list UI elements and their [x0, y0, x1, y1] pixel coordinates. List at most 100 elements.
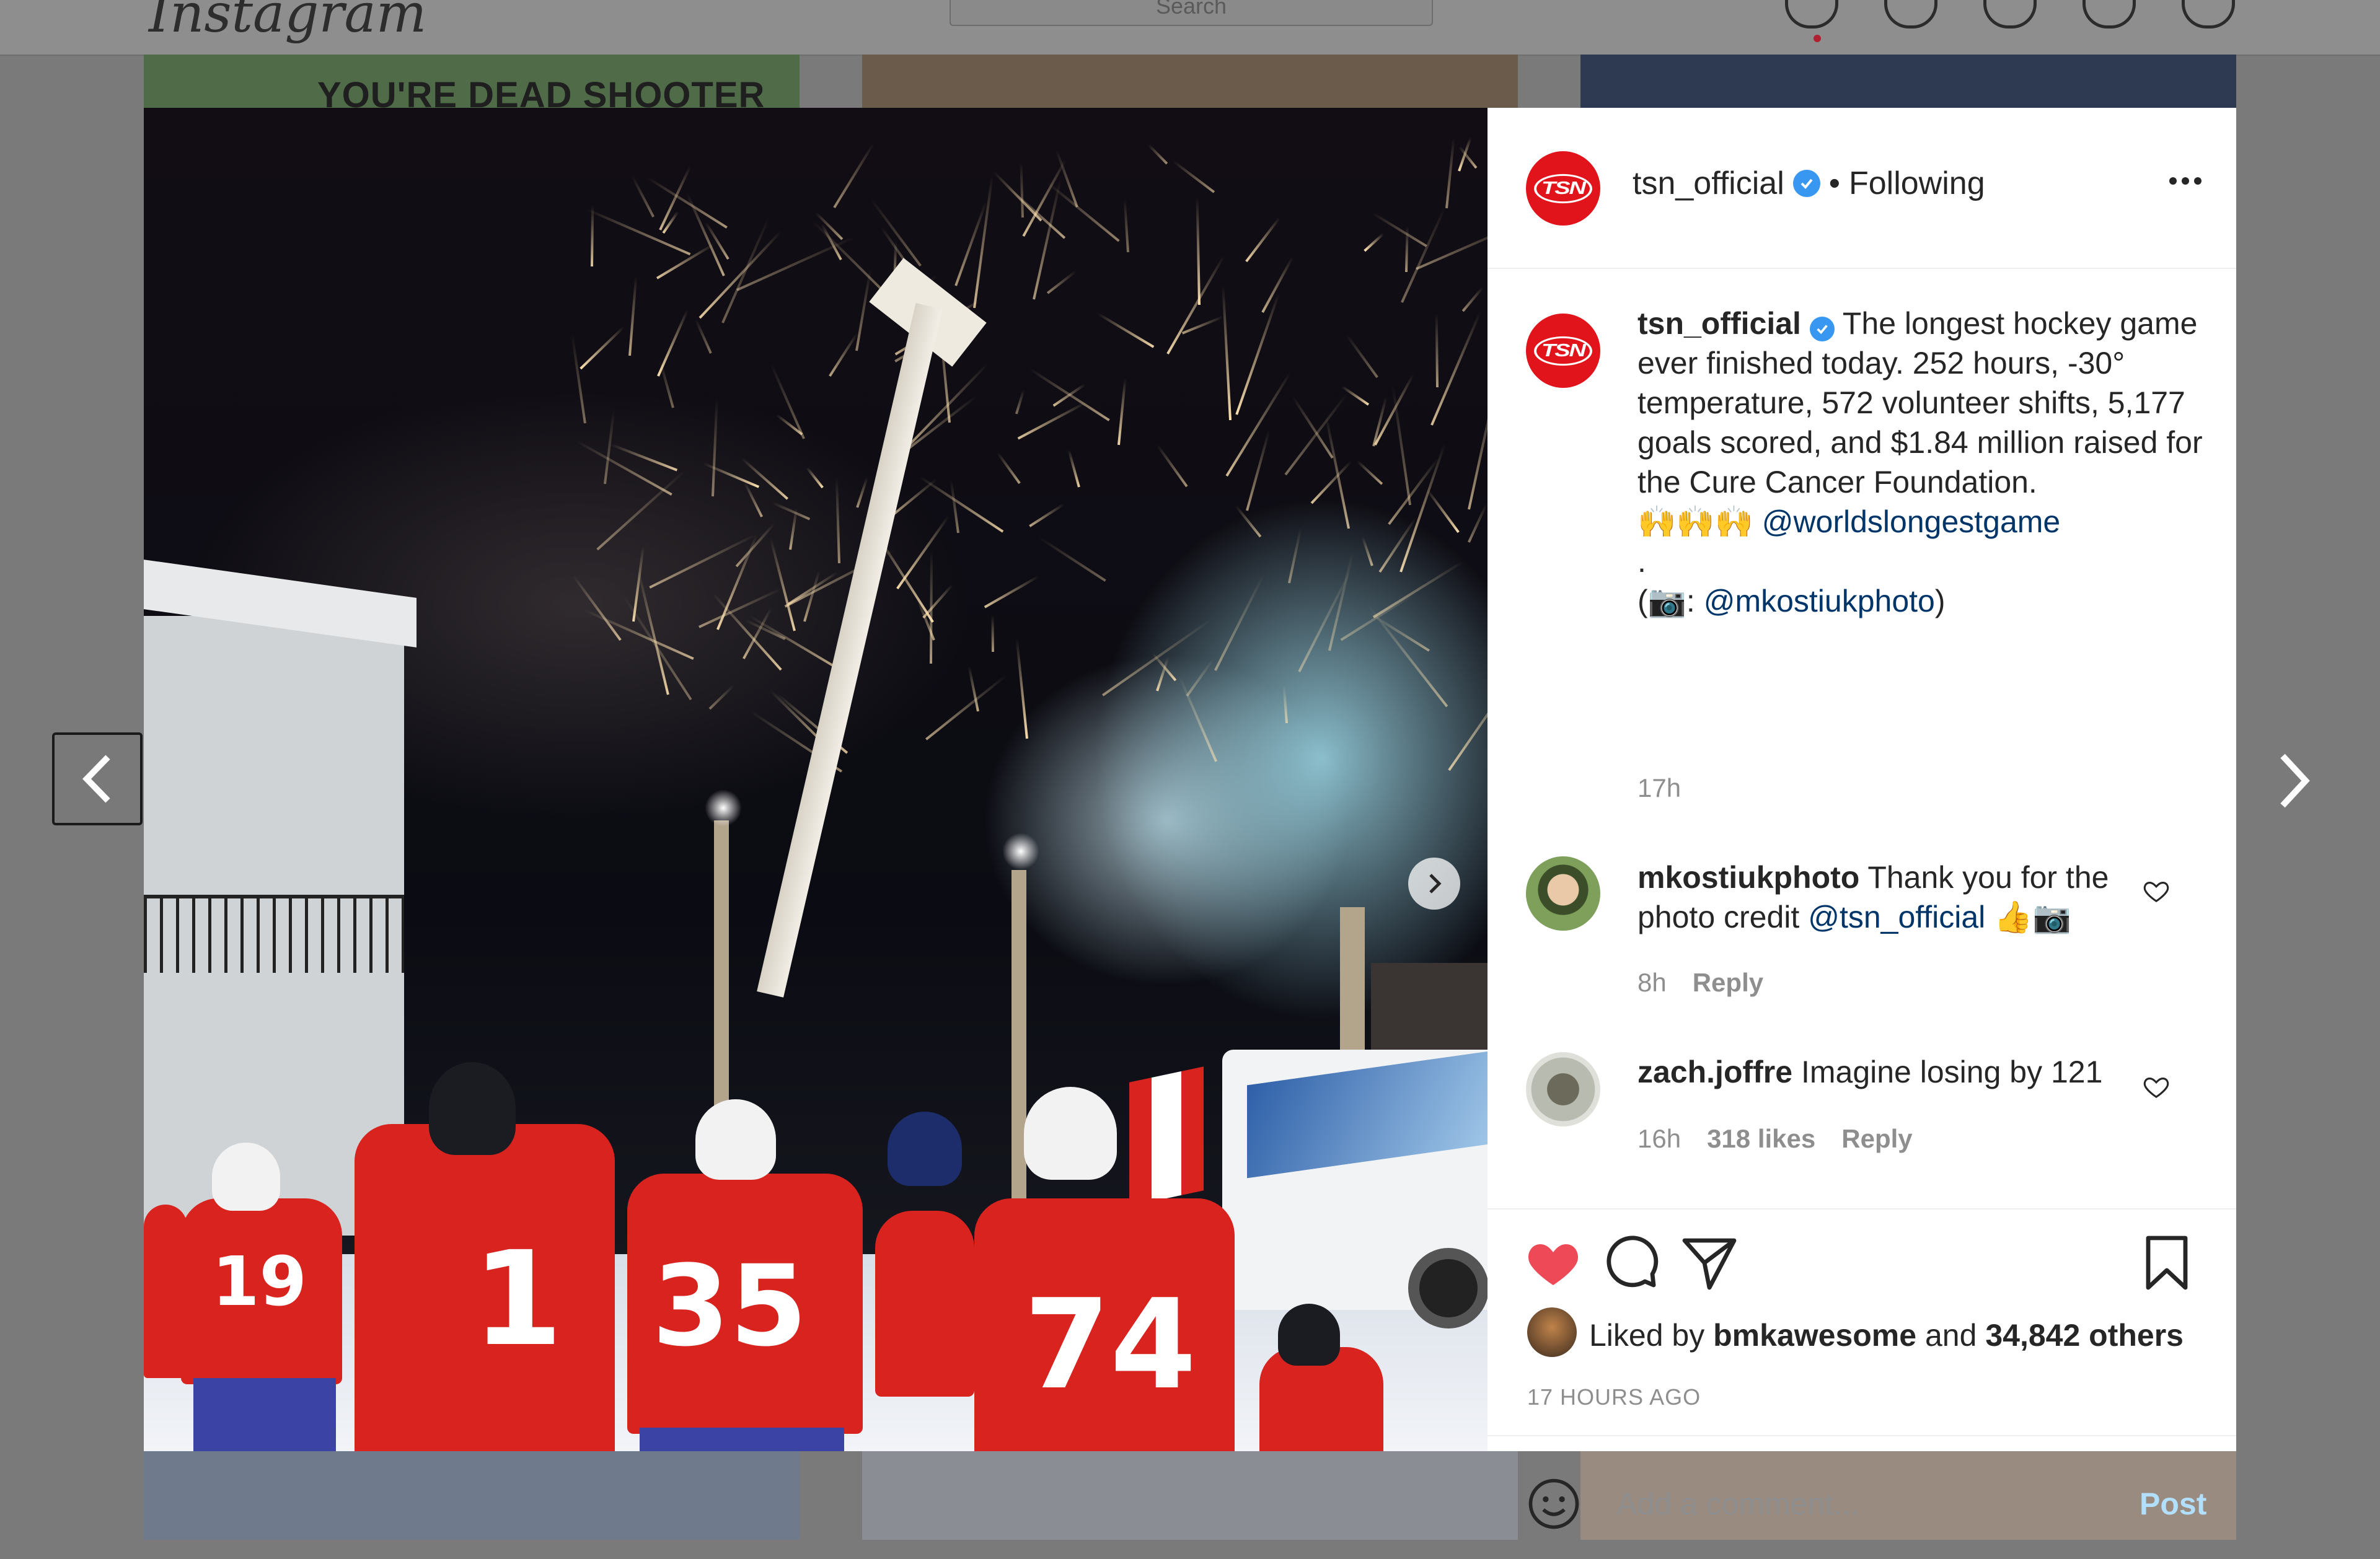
- pants: [193, 1378, 336, 1451]
- jersey-number: 35: [652, 1242, 808, 1371]
- comment-mention[interactable]: @tsn_official: [1808, 900, 1985, 934]
- top-nav: Instagram Search: [0, 0, 2380, 56]
- caption-mention[interactable]: @worldslongestgame: [1762, 504, 2061, 539]
- helmet: [1024, 1087, 1117, 1180]
- jersey-number: 1: [472, 1223, 563, 1375]
- goalie: 1: [355, 1124, 615, 1451]
- add-comment-bar: Post: [1488, 1435, 2236, 1559]
- player: 35: [627, 1174, 863, 1434]
- activity-heart-icon[interactable]: [2082, 0, 2136, 29]
- liked-by-and: and: [1924, 1318, 1977, 1353]
- player: 19: [181, 1198, 342, 1384]
- post-side-panel: TSN tsn_official • Following TSN tsn_off…: [1488, 108, 2236, 1530]
- verified-badge-icon: [1809, 317, 1835, 341]
- caption-timestamp[interactable]: 17h: [1637, 773, 1681, 803]
- helmet: [1278, 1304, 1340, 1366]
- like-comment-heart-icon[interactable]: [2142, 876, 2171, 905]
- next-post-button[interactable]: [2256, 737, 2330, 824]
- avatar[interactable]: TSN: [1526, 314, 1600, 388]
- post-caption: tsn_official The longest hockey game eve…: [1637, 304, 2214, 621]
- pants: [640, 1428, 844, 1451]
- chevron-right-icon: [1429, 874, 1442, 894]
- comment-text: Imagine losing by 121: [1800, 1055, 2103, 1089]
- chevron-right-icon: [2280, 753, 2310, 808]
- grid-thumbnail[interactable]: [1580, 55, 2236, 108]
- helmet: [888, 1112, 962, 1186]
- post-header: TSN tsn_official • Following: [1488, 108, 2236, 269]
- helmet: [212, 1143, 280, 1211]
- reply-button[interactable]: Reply: [1693, 968, 1763, 998]
- like-comment-heart-icon[interactable]: [2142, 1072, 2171, 1100]
- comment: mkostiukphoto Thank you for the photo cr…: [1637, 858, 2146, 937]
- comment-likes[interactable]: 318 likes: [1707, 1124, 1815, 1154]
- comment-timestamp[interactable]: 16h: [1637, 1124, 1681, 1154]
- post-modal: 19 1 35 74 TSN tsn_official • Following …: [144, 108, 2236, 1530]
- messenger-icon[interactable]: [1884, 0, 1937, 29]
- stadium-light: [1002, 833, 1039, 870]
- credit-prefix: (📷:: [1637, 584, 1704, 618]
- avatar-logo: TSN: [1534, 173, 1592, 203]
- save-bookmark-icon[interactable]: [2137, 1233, 2197, 1293]
- comment-emojis: 👍📷: [1994, 900, 2071, 934]
- reply-button[interactable]: Reply: [1841, 1124, 1912, 1154]
- liked-by: Liked by bmkawesome and 34,842 others: [1589, 1317, 2184, 1353]
- comment-meta: 8h Reply: [1637, 968, 1763, 998]
- avatar[interactable]: [1526, 856, 1600, 931]
- jersey-number: 19: [212, 1242, 307, 1321]
- comment-icon[interactable]: [1602, 1233, 1661, 1293]
- emoji-icon[interactable]: [1526, 1476, 1582, 1532]
- liked-by-prefix: Liked by: [1589, 1318, 1705, 1353]
- caption-username[interactable]: tsn_official: [1637, 306, 1801, 341]
- light-pole: [1011, 870, 1026, 1217]
- instagram-logo[interactable]: Instagram: [149, 0, 426, 45]
- liked-by-user[interactable]: bmkawesome: [1713, 1317, 1916, 1353]
- ice-resurfacer: [1222, 1050, 1488, 1328]
- avatar[interactable]: [1526, 1052, 1600, 1126]
- carousel-next-button[interactable]: [1408, 858, 1460, 910]
- previous-post-button[interactable]: [52, 732, 143, 825]
- goalie-mask: [429, 1062, 516, 1155]
- avatar-logo: TSN: [1534, 336, 1592, 366]
- avatar[interactable]: TSN: [1526, 151, 1600, 226]
- comment-timestamp[interactable]: 8h: [1637, 968, 1667, 998]
- caption-emojis: 🙌🙌🙌: [1637, 504, 1753, 539]
- player: [875, 1211, 974, 1397]
- canada-flag: [1129, 1066, 1204, 1206]
- comment-username[interactable]: zach.joffre: [1637, 1055, 1792, 1089]
- caption-dot: .: [1637, 544, 1646, 579]
- player: 74: [974, 1198, 1235, 1451]
- avatar[interactable]: [1527, 1307, 1577, 1357]
- more-options-icon[interactable]: [2169, 177, 2202, 185]
- comment-meta: 16h 318 likes Reply: [1637, 1124, 1913, 1154]
- comment: zach.joffre Imagine losing by 121: [1637, 1052, 2146, 1092]
- notification-dot: [1814, 35, 1821, 42]
- credit-suffix: ): [1934, 584, 1946, 618]
- liked-heart-icon[interactable]: [1523, 1233, 1583, 1293]
- comments-section: TSN tsn_official The longest hockey game…: [1488, 268, 2236, 1210]
- grid-thumbnail[interactable]: [862, 1451, 1518, 1540]
- verified-badge-icon: [1792, 170, 1820, 197]
- post-comment-button[interactable]: Post: [2140, 1486, 2206, 1522]
- profile-avatar[interactable]: [2182, 0, 2235, 29]
- helmet: [695, 1099, 776, 1180]
- nav-icons: [1785, 0, 2235, 29]
- post-photo[interactable]: 19 1 35 74: [144, 108, 1488, 1451]
- username-link[interactable]: tsn_official: [1633, 165, 1784, 202]
- explore-icon[interactable]: [1983, 0, 2037, 29]
- home-icon[interactable]: [1785, 0, 1838, 29]
- comment-username[interactable]: mkostiukphoto: [1637, 860, 1859, 895]
- share-icon[interactable]: [1680, 1233, 1739, 1293]
- post-author: tsn_official • Following: [1633, 165, 1985, 202]
- comment-input[interactable]: [1615, 1477, 2101, 1530]
- grid-thumbnail[interactable]: [862, 55, 1518, 108]
- jersey-number: 74: [1024, 1273, 1197, 1417]
- post-timestamp[interactable]: 17 HOURS AGO: [1527, 1384, 1701, 1410]
- search-input[interactable]: Search: [950, 0, 1433, 26]
- grid-thumbnail[interactable]: [144, 1451, 800, 1540]
- stadium-light: [705, 789, 742, 827]
- chevron-left-icon: [82, 755, 110, 803]
- firework-spark: [991, 615, 994, 652]
- liked-by-others[interactable]: 34,842 others: [1985, 1317, 2184, 1353]
- following-button[interactable]: Following: [1849, 165, 1985, 202]
- credit-mention[interactable]: @mkostiukphoto: [1704, 584, 1935, 618]
